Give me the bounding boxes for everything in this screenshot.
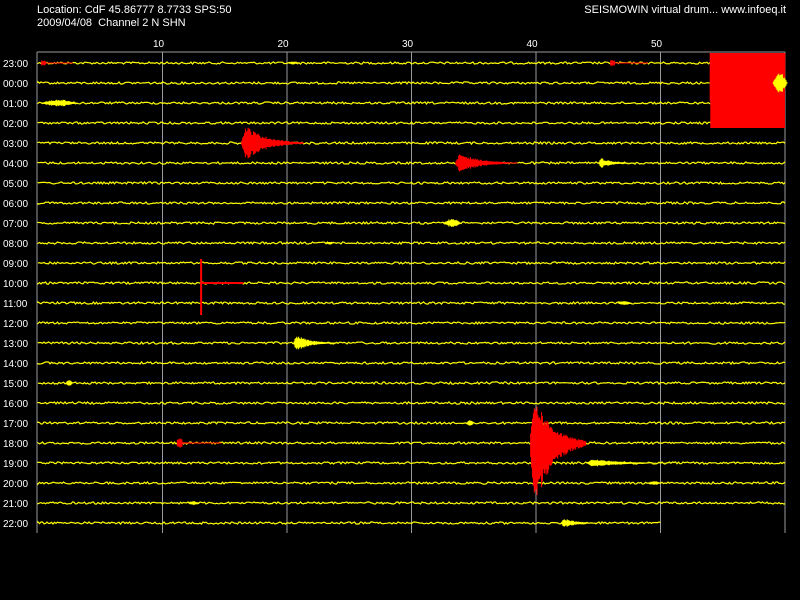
event-trace (466, 420, 475, 426)
hour-label: 17:00 (3, 419, 28, 430)
hour-label: 13:00 (3, 339, 28, 350)
event-trace (40, 99, 78, 107)
hour-label: 00:00 (3, 79, 28, 90)
hour-label: 21:00 (3, 499, 28, 510)
hour-label: 16:00 (3, 399, 28, 410)
hour-label: 11:00 (3, 299, 28, 310)
hour-label: 06:00 (3, 199, 28, 210)
hour-label: 08:00 (3, 239, 28, 250)
event-trace (41, 60, 73, 66)
event-trace (65, 380, 74, 386)
hour-label: 23:00 (3, 59, 28, 70)
hour-label: 14:00 (3, 359, 28, 370)
event-trace (200, 259, 244, 315)
event-trace (561, 519, 599, 527)
hour-label: 19:00 (3, 459, 28, 470)
tick-label-30: 30 (402, 39, 414, 50)
hour-label: 05:00 (3, 179, 28, 190)
grid-layer (36, 51, 786, 533)
hour-label: 04:00 (3, 159, 28, 170)
tick-label-50: 50 (651, 39, 663, 50)
hour-label: 15:00 (3, 379, 28, 390)
hour-labels: 23:00 00:00 01:00 02:00 03:00 04:00 05:00 06:00… (3, 59, 28, 530)
event-trace (442, 219, 462, 227)
event-trace (176, 438, 222, 448)
seismogram-drum: 10 20 30 40 50 23:00 00:00 01:00 02:00 03:00 04:0… (3, 39, 788, 533)
hour-label: 02:00 (3, 119, 28, 130)
tick-label-20: 20 (277, 39, 289, 50)
hour-label: 09:00 (3, 259, 28, 270)
hour-label: 03:00 (3, 139, 28, 150)
hour-label: 10:00 (3, 279, 28, 290)
tick-label-10: 10 (153, 39, 165, 50)
hour-label: 01:00 (3, 99, 28, 110)
hour-label: 22:00 (3, 519, 28, 530)
event-trace (241, 127, 304, 159)
tick-label-40: 40 (526, 39, 538, 50)
hour-label: 12:00 (3, 319, 28, 330)
event-trace (598, 158, 636, 168)
hour-label: 07:00 (3, 219, 28, 230)
hour-label: 20:00 (3, 479, 28, 490)
event-trace (610, 60, 649, 66)
hour-label: 18:00 (3, 439, 28, 450)
event-trace (293, 336, 337, 350)
event-trace (586, 459, 673, 467)
minute-tick-labels: 10 20 30 40 50 (153, 39, 663, 50)
event-trace (455, 154, 518, 172)
